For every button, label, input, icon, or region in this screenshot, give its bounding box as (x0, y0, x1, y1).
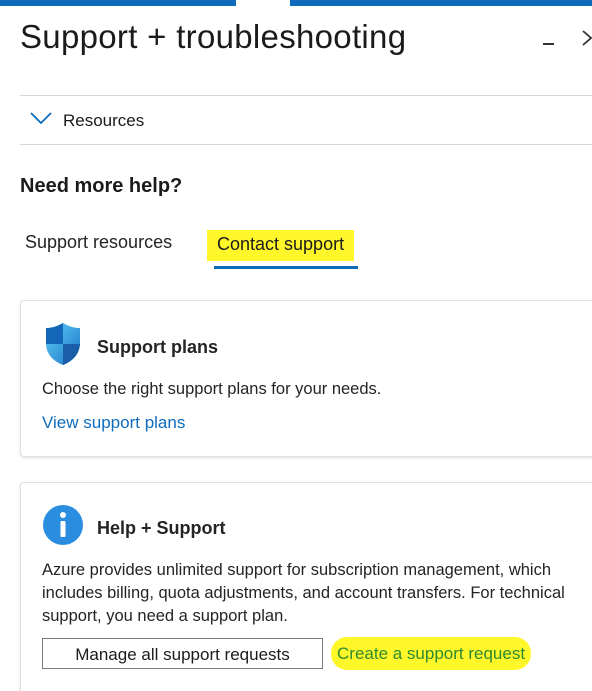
support-plans-card: Support plans Choose the right support p… (20, 300, 592, 457)
top-accent-bar-left (0, 0, 236, 6)
create-support-request-link[interactable]: Create a support request (331, 637, 532, 670)
tab-support-resources[interactable]: Support resources (25, 232, 172, 253)
support-plans-title: Support plans (97, 337, 218, 357)
tab-contact-support[interactable]: Contact support (207, 230, 355, 261)
support-plans-description: Choose the right support plans for your … (42, 380, 382, 398)
close-chevron-icon[interactable] (578, 24, 592, 52)
view-support-plans-link[interactable]: View support plans (42, 413, 185, 433)
chevron-down-icon (30, 112, 52, 125)
help-support-title: Help + Support (97, 518, 226, 538)
resources-label: Resources (63, 111, 145, 130)
help-support-card: Help + Support Azure provides unlimited … (20, 482, 592, 691)
selected-tab-indicator (214, 266, 358, 269)
shield-icon (46, 323, 80, 365)
help-support-description: Azure provides unlimited support for sub… (42, 561, 565, 625)
info-icon (43, 505, 83, 545)
minimize-icon[interactable] (538, 30, 560, 52)
manage-support-requests-button[interactable]: Manage all support requests (42, 638, 323, 669)
divider-bottom (20, 144, 592, 145)
need-more-help-heading: Need more help? (20, 175, 183, 197)
top-accent-bar-right (290, 0, 592, 6)
page-title: Support + troubleshooting (20, 18, 407, 55)
resources-expander[interactable]: Resources (20, 96, 592, 144)
support-troubleshooting-panel: Support + troubleshooting Resources Need… (0, 0, 592, 691)
